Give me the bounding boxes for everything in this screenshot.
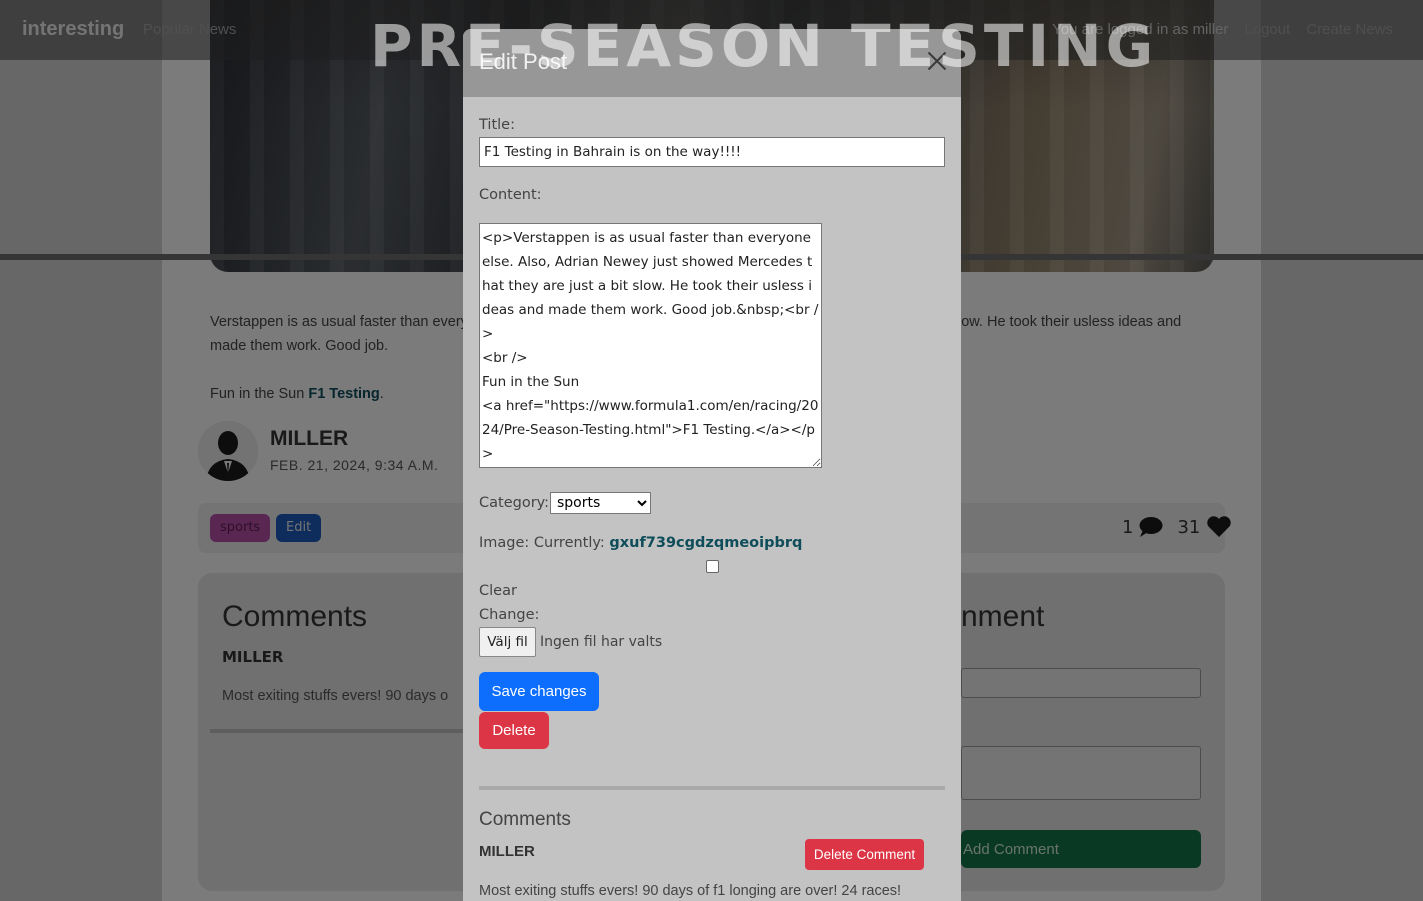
title-input[interactable] [479,137,945,167]
current-image-link[interactable]: gxuf739cgdzqmeoipbrq [609,535,802,551]
change-label: Change: [479,607,540,623]
clear-image-checkbox[interactable] [706,560,719,573]
category-label: Category: [479,495,550,511]
delete-post-button[interactable]: Delete [479,712,549,749]
file-status: Ingen fil har valts [540,634,663,650]
clear-label: Clear [479,583,517,599]
modal-comment-text: Most exiting stuffs evers! 90 days of f1… [479,883,902,899]
modal-comments-heading: Comments [479,809,571,830]
choose-file-button[interactable]: Välj fil [479,627,536,657]
hero-title: PRE-SEASON TESTING [370,12,1158,80]
delete-comment-button[interactable]: Delete Comment [805,839,924,870]
category-select[interactable]: sports [550,492,651,514]
image-label-text: Image: Currently: [479,535,610,551]
save-changes-button[interactable]: Save changes [479,672,599,711]
image-label: Image: Currently: gxuf739cgdzqmeoipbrq [479,535,802,551]
content-label: Content: [479,187,542,203]
modal-comment-author: MILLER [479,843,535,860]
modal-divider [479,786,945,790]
edit-post-modal: Edit Post Title: Content: <p>Verstappen … [463,29,961,901]
content-textarea[interactable]: <p>Verstappen is as usual faster than ev… [479,223,822,468]
title-label: Title: [479,117,515,133]
